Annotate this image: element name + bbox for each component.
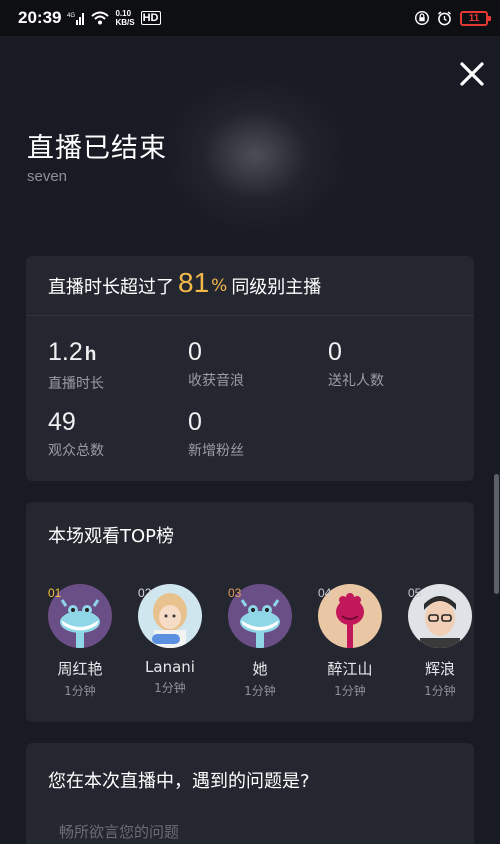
viewer-watch-time: 1分钟	[334, 684, 366, 698]
stat-live-duration: 1.2 h 直播时长	[48, 338, 104, 392]
rank-number: 02	[138, 586, 152, 600]
rank-number: 04	[318, 586, 332, 600]
feedback-input[interactable]: 畅所欲言您的问题	[59, 821, 179, 842]
viewer-watch-time: 1分钟	[64, 684, 96, 698]
close-button[interactable]	[455, 57, 489, 91]
summary-suffix: 同级别主播	[231, 276, 322, 298]
hd-badge: HD	[140, 11, 161, 25]
viewer-name: 醉江山	[327, 660, 373, 678]
summary-percent-sign: %	[211, 275, 228, 296]
battery-icon: 11	[460, 10, 491, 26]
stat-new-fans: 0 新增粉丝	[188, 408, 244, 459]
viewer-name: 她	[252, 660, 268, 678]
cell-signal-icon: 4G	[67, 11, 85, 25]
rank-number: 01	[48, 586, 62, 600]
status-bar: 20:39 4G 0.10 KB/S HD 11	[0, 0, 500, 36]
rank-number: 03	[228, 586, 242, 600]
live-summary-card: 直播时长超过了 81 % 同级别主播 1.2 h 直播时长 0 收获音浪 0 送礼…	[26, 256, 474, 481]
top-viewers-list[interactable]: 01 周红艳 1分钟 02 Lanani 1分钟 03 她 1分钟 04 醉江山…	[48, 584, 472, 699]
viewer-name: 周红艳	[57, 660, 103, 678]
alarm-icon	[437, 10, 452, 26]
stat-gifters: 0 送礼人数	[328, 338, 384, 389]
rank-number: 05	[408, 586, 422, 600]
top-viewers-title: 本场观看TOP榜	[48, 526, 175, 547]
summary-headline: 直播时长超过了 81 % 同级别主播	[26, 256, 474, 316]
feedback-question: 您在本次直播中，遇到的问题是?	[48, 771, 310, 792]
viewer-watch-time: 1分钟	[424, 684, 456, 698]
viewer-item[interactable]: 03 她 1分钟	[228, 584, 292, 699]
anchor-name: seven	[27, 168, 68, 185]
lock-icon	[415, 11, 429, 25]
stat-sound-waves: 0 收获音浪	[188, 338, 244, 389]
feedback-card: 您在本次直播中，遇到的问题是? 畅所欲言您的问题	[26, 743, 474, 844]
summary-prefix: 直播时长超过了	[48, 276, 174, 298]
stat-total-viewers: 49 观众总数	[48, 408, 104, 459]
svg-text:4G: 4G	[67, 13, 75, 19]
viewer-item[interactable]: 04 醉江山 1分钟	[318, 584, 382, 699]
viewer-item[interactable]: 01 周红艳 1分钟	[48, 584, 112, 699]
net-speed: 0.10 KB/S	[115, 9, 135, 27]
viewer-name: 辉浪	[424, 660, 455, 678]
wifi-icon	[91, 11, 110, 25]
status-time: 20:39	[18, 8, 62, 27]
top-viewers-card: 本场观看TOP榜 01 周红艳 1分钟 02 Lanani 1分钟 03 她 1…	[26, 502, 474, 722]
viewer-item[interactable]: 05 辉浪 1分钟	[408, 584, 472, 699]
viewer-watch-time: 1分钟	[244, 684, 276, 698]
summary-percent: 81	[178, 266, 210, 298]
viewer-item[interactable]: 02 Lanani 1分钟	[138, 584, 202, 699]
close-icon	[460, 62, 484, 86]
viewer-name: Lanani	[145, 658, 195, 676]
page-title: 直播已结束	[27, 133, 167, 164]
viewer-watch-time: 1分钟	[154, 681, 186, 695]
scrollbar[interactable]	[494, 474, 499, 594]
